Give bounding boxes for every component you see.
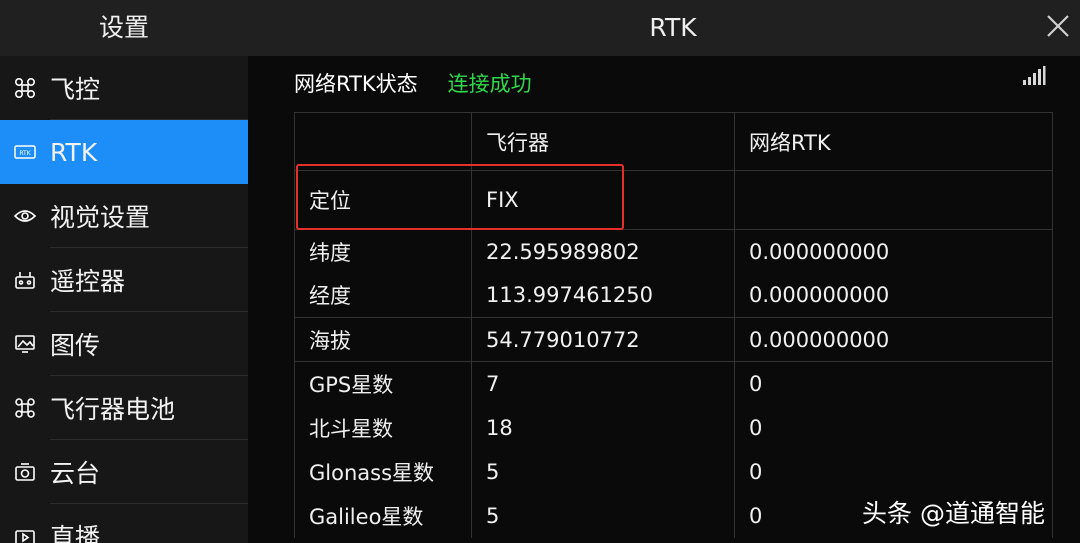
status-label: 网络RTK状态 (294, 72, 418, 96)
sidebar-item-live-stream[interactable]: 直播 (0, 504, 248, 543)
network-value: 0 (734, 449, 1053, 494)
rtk-icon: RTK (0, 144, 50, 160)
aircraft-value: 5 (471, 493, 735, 538)
network-value: 0 (734, 361, 1053, 406)
aircraft-value: 18 (471, 405, 735, 450)
network-value (734, 170, 1053, 230)
table-row: 海拔 54.779010772 0.000000000 (294, 317, 1053, 362)
sidebar: 飞控 RTK RTK 视觉设置 遥控器 图传 飞行器电池 云台 直播 (0, 56, 248, 543)
aircraft-value: 54.779010772 (471, 317, 735, 362)
top-bar: 设置 RTK (0, 0, 1080, 56)
table-row: 北斗星数 18 0 (294, 405, 1053, 450)
aircraft-value: 5 (471, 449, 735, 494)
signal-bars-icon (1022, 66, 1046, 86)
aircraft-value: 113.997461250 (471, 273, 735, 318)
sidebar-item-rtk[interactable]: RTK RTK (0, 120, 248, 184)
rtk-panel: 网络RTK状态 连接成功 飞行器 网络RTK 定位 FIX 纬度 22.5959… (248, 56, 1080, 543)
table-row: 纬度 22.595989802 0.000000000 (294, 229, 1053, 274)
table-row: 经度 113.997461250 0.000000000 (294, 273, 1053, 318)
settings-title: 设置 (98, 13, 149, 42)
sidebar-item-vision[interactable]: 视觉设置 (0, 184, 248, 248)
network-value: 0.000000000 (734, 229, 1053, 274)
column-header-aircraft: 飞行器 (471, 112, 735, 171)
drone-icon (0, 77, 50, 99)
watermark: 头条 @道通智能 (862, 499, 1045, 528)
table-header-row: 飞行器 网络RTK (294, 112, 1053, 171)
sidebar-item-image-transmission[interactable]: 图传 (0, 312, 248, 376)
close-icon[interactable] (1043, 11, 1073, 41)
sidebar-item-label: 直播 (50, 523, 101, 543)
sidebar-item-flight-control[interactable]: 飞控 (0, 56, 248, 120)
sidebar-item-label: 遥控器 (50, 267, 126, 296)
sidebar-item-label: 飞行器电池 (50, 395, 176, 424)
row-label: 北斗星数 (294, 405, 472, 450)
sidebar-item-label: 飞控 (50, 75, 101, 104)
aircraft-value: 22.595989802 (471, 229, 735, 274)
sidebar-item-remote-controller[interactable]: 遥控器 (0, 248, 248, 312)
table-row: Glonass星数 5 0 (294, 449, 1053, 494)
rtk-data-table: 飞行器 网络RTK 定位 FIX 纬度 22.595989802 0.00000… (294, 112, 1053, 538)
sidebar-item-aircraft-battery[interactable]: 飞行器电池 (0, 376, 248, 440)
live-stream-icon (0, 526, 50, 543)
network-value: 0.000000000 (734, 317, 1053, 362)
aircraft-battery-icon (0, 397, 50, 419)
row-label: 定位 (294, 170, 472, 230)
image-transmission-icon (0, 333, 50, 355)
gimbal-camera-icon (0, 462, 50, 482)
sidebar-item-label: RTK (50, 137, 98, 167)
aircraft-value: FIX (471, 170, 735, 230)
page-title: RTK (649, 13, 697, 42)
sidebar-item-gimbal[interactable]: 云台 (0, 440, 248, 504)
sidebar-item-label: 图传 (50, 331, 101, 360)
table-row: GPS星数 7 0 (294, 361, 1053, 406)
column-header-network-rtk: 网络RTK (734, 112, 1053, 171)
row-label: 纬度 (294, 229, 472, 274)
eye-icon (0, 208, 50, 224)
table-row: 定位 FIX (294, 170, 1053, 230)
row-label: GPS星数 (294, 361, 472, 406)
status-value: 连接成功 (447, 72, 532, 96)
network-value: 0.000000000 (734, 273, 1053, 318)
sidebar-item-label: 视觉设置 (50, 203, 151, 232)
remote-controller-icon (0, 270, 50, 290)
aircraft-value: 7 (471, 361, 735, 406)
network-value: 0 (734, 405, 1053, 450)
column-header-field (294, 112, 472, 171)
svg-text:RTK: RTK (19, 150, 31, 157)
row-label: Galileo星数 (294, 493, 472, 538)
network-rtk-status: 网络RTK状态 连接成功 (294, 68, 532, 98)
row-label: 海拔 (294, 317, 472, 362)
row-label: Glonass星数 (294, 449, 472, 494)
row-label: 经度 (294, 273, 472, 318)
sidebar-item-label: 云台 (50, 459, 101, 488)
